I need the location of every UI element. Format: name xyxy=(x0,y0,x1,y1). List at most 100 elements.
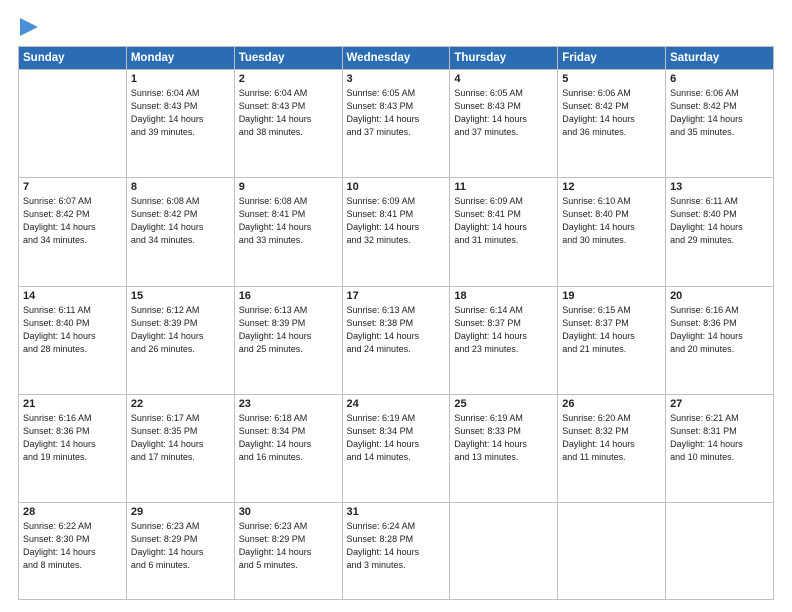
day-info: Sunrise: 6:11 AM Sunset: 8:40 PM Dayligh… xyxy=(23,304,122,356)
day-info: Sunrise: 6:23 AM Sunset: 8:29 PM Dayligh… xyxy=(239,520,338,572)
day-info: Sunrise: 6:04 AM Sunset: 8:43 PM Dayligh… xyxy=(131,87,230,139)
day-info: Sunrise: 6:21 AM Sunset: 8:31 PM Dayligh… xyxy=(670,412,769,464)
day-info: Sunrise: 6:23 AM Sunset: 8:29 PM Dayligh… xyxy=(131,520,230,572)
calendar-week-5: 28 Sunrise: 6:22 AM Sunset: 8:30 PM Dayli… xyxy=(19,503,774,600)
calendar-col-sunday: Sunday xyxy=(19,47,127,70)
calendar-cell: 8 Sunrise: 6:08 AM Sunset: 8:42 PM Daylig… xyxy=(126,178,234,286)
calendar-cell: 12Sunrise: 6:10 AM Sunset: 8:40 PM Dayli… xyxy=(558,178,666,286)
day-info: Sunrise: 6:07 AM Sunset: 8:42 PM Dayligh… xyxy=(23,195,122,247)
day-number: 1 xyxy=(131,73,230,85)
day-info: Sunrise: 6:04 AM Sunset: 8:43 PM Dayligh… xyxy=(239,87,338,139)
logo-arrow-icon xyxy=(20,16,38,38)
day-number: 23 xyxy=(239,398,338,410)
header xyxy=(18,16,774,38)
calendar-cell: 1 Sunrise: 6:04 AM Sunset: 8:43 PM Daylig… xyxy=(126,70,234,178)
calendar-cell: 13 Sunrise: 6:11 AM Sunset: 8:40 PM Dayli… xyxy=(666,178,774,286)
day-info: Sunrise: 6:16 AM Sunset: 8:36 PM Dayligh… xyxy=(670,304,769,356)
day-info: Sunrise: 6:16 AM Sunset: 8:36 PM Dayligh… xyxy=(23,412,122,464)
day-info: Sunrise: 6:06 AM Sunset: 8:42 PM Dayligh… xyxy=(670,87,769,139)
day-number: 6 xyxy=(670,73,769,85)
day-info: Sunrise: 6:19 AM Sunset: 8:34 PM Dayligh… xyxy=(347,412,446,464)
day-info: Sunrise: 6:12 AM Sunset: 8:39 PM Dayligh… xyxy=(131,304,230,356)
day-number: 20 xyxy=(670,290,769,302)
logo xyxy=(18,16,38,38)
calendar-week-2: 7 Sunrise: 6:07 AM Sunset: 8:42 PM Daylig… xyxy=(19,178,774,286)
day-number: 8 xyxy=(131,181,230,193)
calendar-week-1: 1 Sunrise: 6:04 AM Sunset: 8:43 PM Daylig… xyxy=(19,70,774,178)
calendar-cell: 31 Sunrise: 6:24 AM Sunset: 8:28 PM Dayli… xyxy=(342,503,450,600)
day-number: 12 xyxy=(562,181,661,193)
calendar-cell xyxy=(19,70,127,178)
day-number: 30 xyxy=(239,506,338,518)
day-info: Sunrise: 6:11 AM Sunset: 8:40 PM Dayligh… xyxy=(670,195,769,247)
day-number: 29 xyxy=(131,506,230,518)
calendar-cell: 17 Sunrise: 6:13 AM Sunset: 8:38 PM Dayli… xyxy=(342,286,450,394)
calendar-cell: 7 Sunrise: 6:07 AM Sunset: 8:42 PM Daylig… xyxy=(19,178,127,286)
calendar-cell: 30 Sunrise: 6:23 AM Sunset: 8:29 PM Dayli… xyxy=(234,503,342,600)
day-info: Sunrise: 6:18 AM Sunset: 8:34 PM Dayligh… xyxy=(239,412,338,464)
calendar-cell xyxy=(450,503,558,600)
day-number: 15 xyxy=(131,290,230,302)
day-number: 17 xyxy=(347,290,446,302)
day-info: Sunrise: 6:06 AM Sunset: 8:42 PM Dayligh… xyxy=(562,87,661,139)
calendar-cell: 11 Sunrise: 6:09 AM Sunset: 8:41 PM Dayli… xyxy=(450,178,558,286)
calendar-cell: 26Sunrise: 6:20 AM Sunset: 8:32 PM Dayli… xyxy=(558,394,666,502)
day-number: 3 xyxy=(347,73,446,85)
calendar-cell: 5Sunrise: 6:06 AM Sunset: 8:42 PM Daylig… xyxy=(558,70,666,178)
day-info: Sunrise: 6:09 AM Sunset: 8:41 PM Dayligh… xyxy=(454,195,553,247)
calendar-col-friday: Friday xyxy=(558,47,666,70)
day-info: Sunrise: 6:14 AM Sunset: 8:37 PM Dayligh… xyxy=(454,304,553,356)
calendar-cell: 3 Sunrise: 6:05 AM Sunset: 8:43 PM Daylig… xyxy=(342,70,450,178)
day-number: 19 xyxy=(562,290,661,302)
page: SundayMondayTuesdayWednesdayThursdayFrid… xyxy=(0,0,792,612)
calendar-week-3: 14Sunrise: 6:11 AM Sunset: 8:40 PM Dayli… xyxy=(19,286,774,394)
calendar-cell xyxy=(666,503,774,600)
day-number: 22 xyxy=(131,398,230,410)
day-number: 2 xyxy=(239,73,338,85)
day-number: 11 xyxy=(454,181,553,193)
calendar-cell: 22Sunrise: 6:17 AM Sunset: 8:35 PM Dayli… xyxy=(126,394,234,502)
day-number: 16 xyxy=(239,290,338,302)
calendar-cell: 10Sunrise: 6:09 AM Sunset: 8:41 PM Dayli… xyxy=(342,178,450,286)
calendar-cell: 14Sunrise: 6:11 AM Sunset: 8:40 PM Dayli… xyxy=(19,286,127,394)
day-info: Sunrise: 6:13 AM Sunset: 8:39 PM Dayligh… xyxy=(239,304,338,356)
day-number: 27 xyxy=(670,398,769,410)
day-info: Sunrise: 6:08 AM Sunset: 8:42 PM Dayligh… xyxy=(131,195,230,247)
calendar-cell: 6 Sunrise: 6:06 AM Sunset: 8:42 PM Daylig… xyxy=(666,70,774,178)
calendar-cell: 27 Sunrise: 6:21 AM Sunset: 8:31 PM Dayli… xyxy=(666,394,774,502)
day-number: 21 xyxy=(23,398,122,410)
calendar-cell: 9 Sunrise: 6:08 AM Sunset: 8:41 PM Daylig… xyxy=(234,178,342,286)
day-number: 4 xyxy=(454,73,553,85)
calendar-cell: 29 Sunrise: 6:23 AM Sunset: 8:29 PM Dayli… xyxy=(126,503,234,600)
calendar-cell: 28 Sunrise: 6:22 AM Sunset: 8:30 PM Dayli… xyxy=(19,503,127,600)
day-number: 31 xyxy=(347,506,446,518)
day-number: 10 xyxy=(347,181,446,193)
calendar-header-row: SundayMondayTuesdayWednesdayThursdayFrid… xyxy=(19,47,774,70)
calendar-col-wednesday: Wednesday xyxy=(342,47,450,70)
day-number: 25 xyxy=(454,398,553,410)
day-info: Sunrise: 6:05 AM Sunset: 8:43 PM Dayligh… xyxy=(454,87,553,139)
day-info: Sunrise: 6:13 AM Sunset: 8:38 PM Dayligh… xyxy=(347,304,446,356)
calendar-col-thursday: Thursday xyxy=(450,47,558,70)
day-info: Sunrise: 6:20 AM Sunset: 8:32 PM Dayligh… xyxy=(562,412,661,464)
calendar-cell: 21 Sunrise: 6:16 AM Sunset: 8:36 PM Dayli… xyxy=(19,394,127,502)
calendar-col-monday: Monday xyxy=(126,47,234,70)
calendar-cell: 18Sunrise: 6:14 AM Sunset: 8:37 PM Dayli… xyxy=(450,286,558,394)
day-number: 9 xyxy=(239,181,338,193)
calendar-cell: 24Sunrise: 6:19 AM Sunset: 8:34 PM Dayli… xyxy=(342,394,450,502)
day-number: 28 xyxy=(23,506,122,518)
calendar-col-tuesday: Tuesday xyxy=(234,47,342,70)
calendar-cell: 2 Sunrise: 6:04 AM Sunset: 8:43 PM Daylig… xyxy=(234,70,342,178)
calendar-cell: 16 Sunrise: 6:13 AM Sunset: 8:39 PM Dayli… xyxy=(234,286,342,394)
calendar-cell: 15 Sunrise: 6:12 AM Sunset: 8:39 PM Dayli… xyxy=(126,286,234,394)
calendar-cell: 19Sunrise: 6:15 AM Sunset: 8:37 PM Dayli… xyxy=(558,286,666,394)
day-info: Sunrise: 6:05 AM Sunset: 8:43 PM Dayligh… xyxy=(347,87,446,139)
day-number: 7 xyxy=(23,181,122,193)
day-info: Sunrise: 6:08 AM Sunset: 8:41 PM Dayligh… xyxy=(239,195,338,247)
calendar-col-saturday: Saturday xyxy=(666,47,774,70)
calendar-cell xyxy=(558,503,666,600)
calendar-week-4: 21 Sunrise: 6:16 AM Sunset: 8:36 PM Dayli… xyxy=(19,394,774,502)
day-info: Sunrise: 6:22 AM Sunset: 8:30 PM Dayligh… xyxy=(23,520,122,572)
day-number: 13 xyxy=(670,181,769,193)
day-info: Sunrise: 6:24 AM Sunset: 8:28 PM Dayligh… xyxy=(347,520,446,572)
